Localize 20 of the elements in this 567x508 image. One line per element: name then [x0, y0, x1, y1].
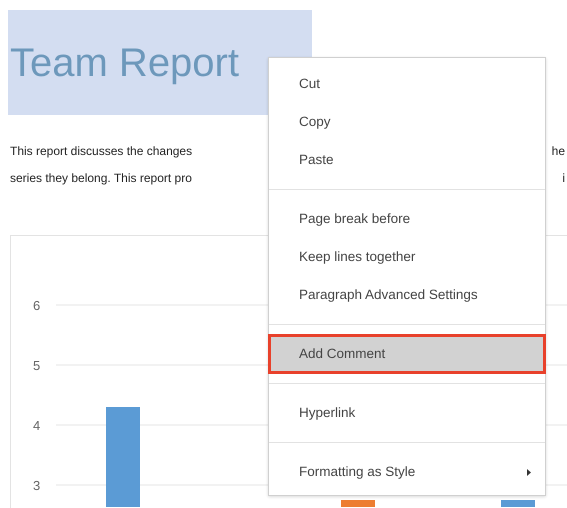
- y-tick-label: 6: [33, 298, 40, 313]
- submenu-caret-icon: [527, 468, 531, 476]
- menu-item[interactable]: Copy: [269, 103, 545, 141]
- paragraph-text: This report discusses the changes: [10, 143, 192, 160]
- paragraph-text: he: [552, 143, 565, 160]
- menu-item[interactable]: Hyperlink: [269, 394, 545, 432]
- paragraph-text: series they belong. This report pro: [10, 170, 192, 187]
- bar: [341, 500, 375, 507]
- menu-item[interactable]: Paste: [269, 141, 545, 179]
- menu-item[interactable]: Keep lines together: [269, 238, 545, 276]
- menu-item[interactable]: Formatting as Style: [269, 453, 545, 491]
- bar: [501, 500, 535, 507]
- y-tick-label: 4: [33, 418, 40, 433]
- menu-item[interactable]: Page break before: [269, 200, 545, 238]
- menu-item[interactable]: Paragraph Advanced Settings: [269, 276, 545, 314]
- y-tick-label: 3: [33, 478, 40, 493]
- menu-item[interactable]: Cut: [269, 65, 545, 103]
- menu-item[interactable]: Add Comment: [269, 335, 545, 373]
- y-tick-label: 5: [33, 358, 40, 373]
- paragraph-text: i: [562, 170, 565, 187]
